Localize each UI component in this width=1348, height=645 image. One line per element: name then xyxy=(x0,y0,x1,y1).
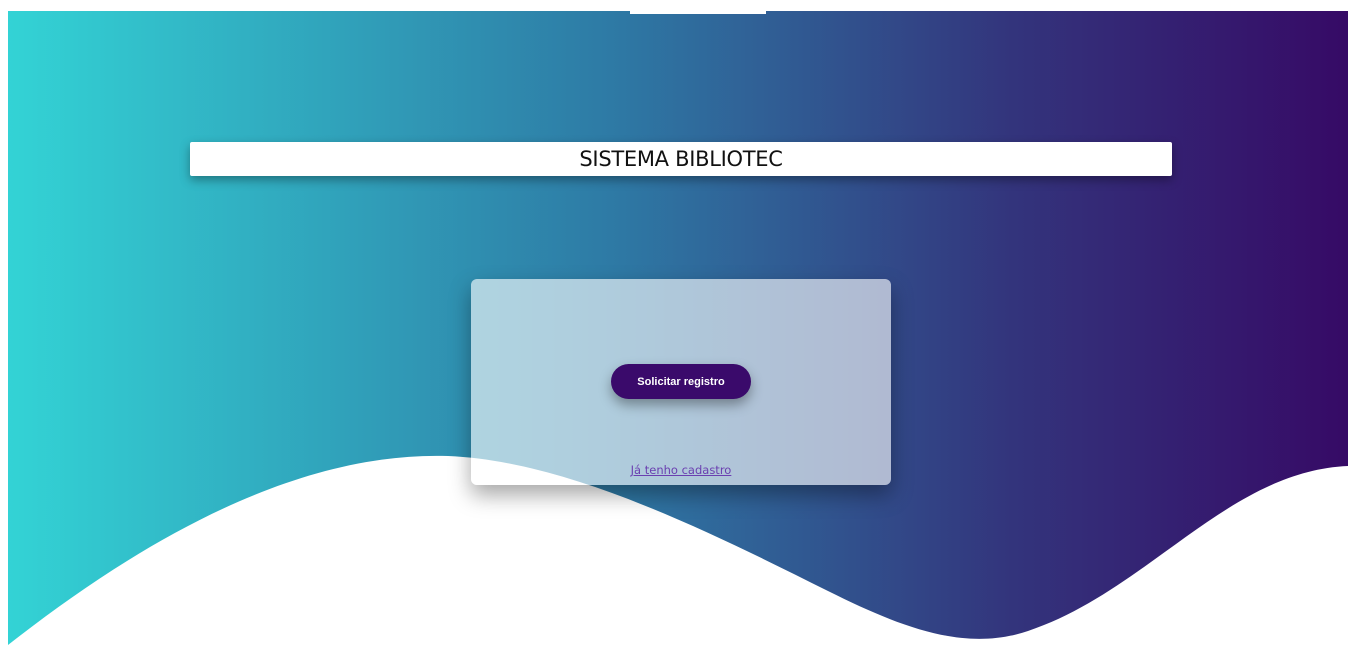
page-background: SISTEMA BIBLIOTEC Solicitar registro Já … xyxy=(8,11,1348,645)
page-title: SISTEMA BIBLIOTEC xyxy=(579,147,783,171)
request-registration-button[interactable]: Solicitar registro xyxy=(611,364,751,399)
already-registered-link[interactable]: Já tenho cadastro xyxy=(471,463,891,477)
title-bar: SISTEMA BIBLIOTEC xyxy=(190,142,1172,176)
top-tab-strip xyxy=(630,11,766,14)
registration-card: Solicitar registro Já tenho cadastro xyxy=(471,279,891,485)
